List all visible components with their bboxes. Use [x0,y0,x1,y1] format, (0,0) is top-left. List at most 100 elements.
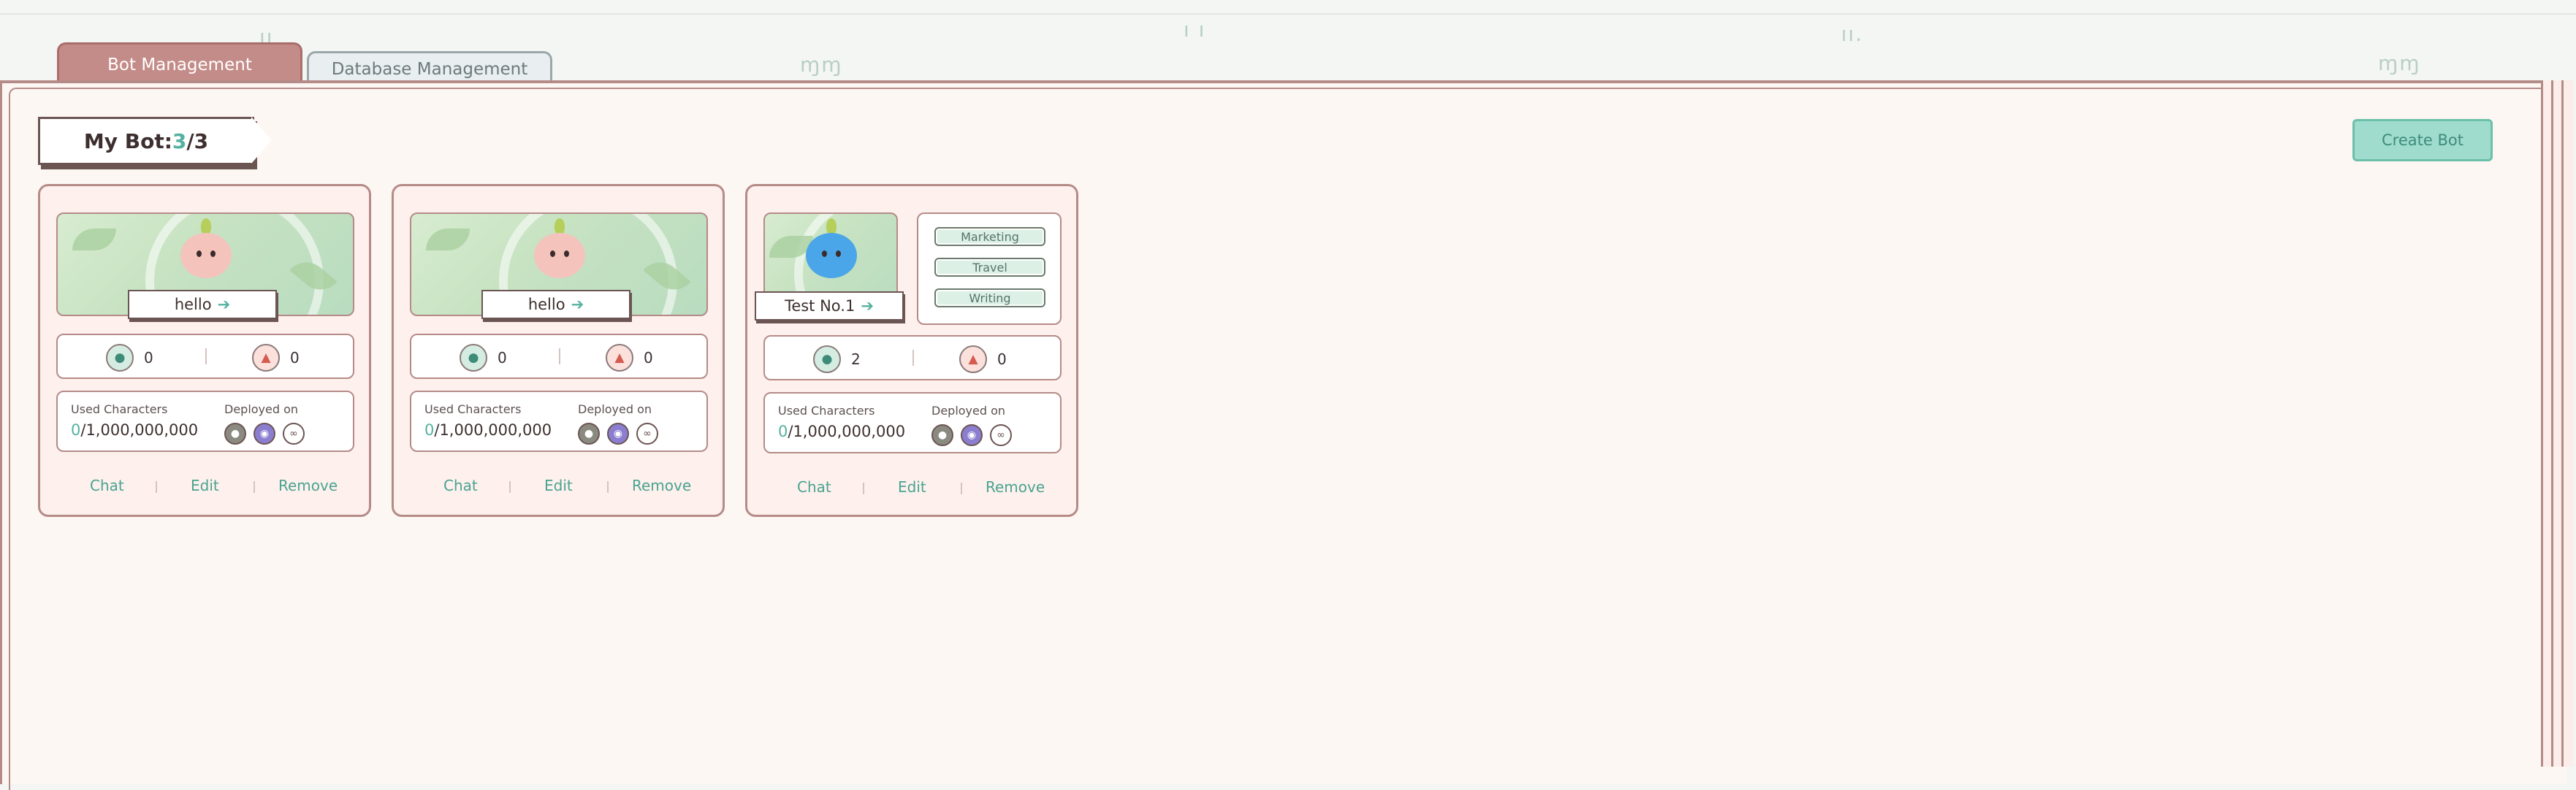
bot-stats: ● 0 ▲ 0 [410,334,708,379]
used-characters-label: Used Characters [778,404,875,418]
avatar [180,233,232,278]
top-divider [0,13,2576,15]
chat-count: 0 [498,349,507,367]
bot-name: Test No.1 [785,297,856,315]
thumbs-up-icon: ▲ [252,344,280,372]
grass-decoration: ı ı [1184,18,1206,42]
chat-count-stat: ● 0 [106,344,153,372]
link-icon[interactable]: ∞ [990,424,1012,446]
action-divider [509,481,511,493]
grass-decoration: ɱɱ [2378,51,2421,75]
title-prefix: My Bot: [83,129,172,153]
discord-icon[interactable]: ◉ [961,424,983,446]
bot-limit: /3 [186,129,209,153]
edit-button[interactable]: Edit [898,478,926,496]
panel-page-edges [2541,80,2576,767]
used-characters-label: Used Characters [424,402,522,416]
like-count-stat: ▲ 0 [959,345,1007,373]
remove-button[interactable]: Remove [278,477,338,494]
grass-decoration: ıı. [1841,22,1864,46]
edit-button[interactable]: Edit [544,477,573,494]
chat-button[interactable]: Chat [90,477,124,494]
deployed-platforms: ● ◉ ∞ [931,424,1019,446]
chat-bubble-icon: ● [813,345,841,373]
tab-bot-management[interactable]: Bot Management [57,42,302,85]
bot-card: hello ➔ ● 0 ▲ 0 Used Characters 0/1,000,000… [392,184,725,517]
arrow-right-icon: ➔ [571,296,584,313]
action-divider [863,483,864,494]
thumbs-up-icon: ▲ [959,345,987,373]
bot-stats: ● 2 ▲ 0 [763,335,1062,380]
chat-bubble-icon: ● [106,344,134,372]
used-characters-label: Used Characters [71,402,168,416]
avatar-sprout [201,218,211,234]
chat-button[interactable]: Chat [797,478,831,496]
bot-name: hello [527,296,565,313]
stat-divider [912,350,914,366]
like-count-stat: ▲ 0 [252,344,300,372]
grass-decoration: ɱɱ [800,53,843,77]
remove-button[interactable]: Remove [632,477,691,494]
bot-card: hello ➔ ● 0 ▲ 0 Used Characters 0/1,000,000… [38,184,371,517]
bot-card: Marketing Travel Writing Test No.1 ➔ ● 2 ▲… [745,184,1078,517]
action-divider [961,483,962,494]
chat-count-stat: ● 2 [813,345,861,373]
edit-button[interactable]: Edit [191,477,219,494]
bot-actions: Chat Edit Remove [747,478,1076,500]
bot-name: hello [174,296,212,313]
arrow-right-icon: ➔ [861,297,874,315]
tag-chip[interactable]: Marketing [934,227,1045,246]
chat-button[interactable]: Chat [443,477,478,494]
leaf-decoration [72,229,116,250]
leaf-decoration [426,229,470,250]
usage-panel: Used Characters 0/1,000,000,000 Deployed… [410,391,708,452]
bot-tags: Marketing Travel Writing [917,212,1062,325]
avatar [806,233,857,278]
discord-icon[interactable]: ◉ [254,423,275,445]
used-characters-value: 0/1,000,000,000 [778,423,906,440]
deployed-platforms: ● ◉ ∞ [578,423,666,445]
deployed-on-label: Deployed on [578,402,652,416]
used-characters-value: 0/1,000,000,000 [424,421,552,439]
link-icon[interactable]: ∞ [636,423,658,445]
remove-button[interactable]: Remove [986,478,1045,496]
bot-name-tag[interactable]: hello ➔ [481,290,630,319]
like-count: 0 [644,349,653,367]
avatar-sprout [826,218,837,234]
action-divider [254,481,255,493]
deployed-on-label: Deployed on [931,404,1006,418]
stat-divider [205,348,207,364]
thumbs-up-icon: ▲ [606,344,633,372]
bot-actions: Chat Edit Remove [394,477,723,499]
chat-count-stat: ● 0 [460,344,507,372]
page-title: My Bot: 3/3 [38,117,254,165]
bot-actions: Chat Edit Remove [40,477,369,499]
chat-count: 2 [851,350,861,368]
action-divider [607,481,609,493]
create-bot-button[interactable]: Create Bot [2352,119,2493,161]
avatar [534,233,585,278]
deployed-on-label: Deployed on [224,402,299,416]
usage-panel: Used Characters 0/1,000,000,000 Deployed… [763,392,1062,453]
action-divider [156,481,157,493]
discord-icon[interactable]: ◉ [607,423,629,445]
chat-bubble-icon: ● [460,344,487,372]
bot-name-tag[interactable]: Test No.1 ➔ [755,291,904,321]
chat-count: 0 [144,349,153,367]
like-count: 0 [997,350,1007,368]
bot-stats: ● 0 ▲ 0 [56,334,354,379]
platform-icon[interactable]: ● [578,423,600,445]
content-panel-inner-border [9,88,2553,790]
platform-icon[interactable]: ● [931,424,953,446]
like-count-stat: ▲ 0 [606,344,653,372]
tag-chip[interactable]: Travel [934,258,1045,277]
deployed-platforms: ● ◉ ∞ [224,423,312,445]
avatar-sprout [555,218,565,234]
link-icon[interactable]: ∞ [283,423,305,445]
title-flag-tail [251,117,272,164]
platform-icon[interactable]: ● [224,423,246,445]
bot-name-tag[interactable]: hello ➔ [128,290,277,319]
used-characters-value: 0/1,000,000,000 [71,421,199,439]
like-count: 0 [290,349,300,367]
tag-chip[interactable]: Writing [934,288,1045,307]
